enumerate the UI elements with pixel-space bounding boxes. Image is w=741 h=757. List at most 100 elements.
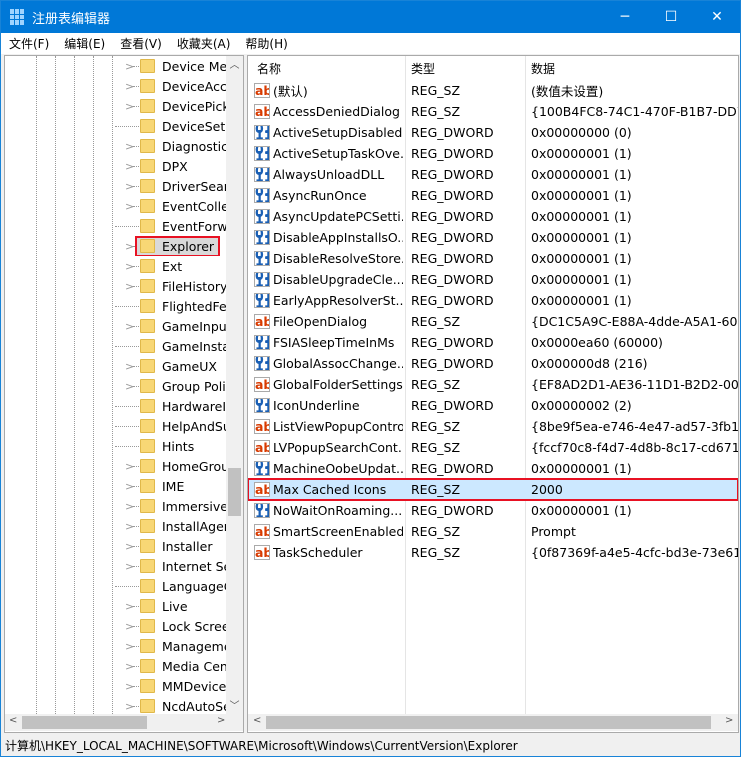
tree-item[interactable]: >ImmersiveS — [5, 496, 227, 516]
value-row[interactable]: ab (默认) REG_SZ (数值未设置) — [248, 80, 738, 101]
value-row[interactable]: ab Max Cached Icons REG_SZ 2000 — [248, 478, 738, 501]
column-header-data[interactable]: 数据 — [531, 60, 555, 77]
value-name: ActiveSetupDisabled — [273, 125, 403, 140]
tree-item[interactable]: Hints — [5, 436, 227, 456]
folder-icon — [140, 259, 155, 273]
menu-favorites[interactable]: 收藏夹(A) — [169, 35, 238, 52]
value-row[interactable]: 011110 DisableAppInstallsO... REG_DWORD … — [248, 227, 738, 248]
scroll-left-icon[interactable]: < — [253, 715, 261, 726]
value-row[interactable]: 011110 GlobalAssocChange... REG_DWORD 0x… — [248, 353, 738, 374]
value-row[interactable]: 011110 AsyncUpdatePCSetti... REG_DWORD 0… — [248, 206, 738, 227]
tree-item[interactable]: > GameInput — [5, 316, 227, 336]
close-button[interactable]: ✕ — [694, 1, 740, 33]
tree-item-label: GameInstal — [162, 338, 227, 354]
tree-item[interactable]: > Internet Se — [5, 556, 227, 576]
tree-item[interactable]: > Ext — [5, 256, 227, 276]
value-row[interactable]: ab FileOpenDialog REG_SZ {DC1C5A9C-E88A-… — [248, 311, 738, 332]
tree-item-label: MMDevices — [162, 678, 227, 694]
menu-file[interactable]: 文件(F) — [1, 35, 56, 52]
tree-item[interactable]: EventForwa — [5, 216, 227, 236]
value-row[interactable]: ab ListViewPopupControl REG_SZ {8be9f5ea… — [248, 416, 738, 437]
scroll-down-icon[interactable]: ﹀ — [226, 697, 243, 712]
value-row[interactable]: ab LVPopupSearchCont... REG_SZ {fccf70c8… — [248, 437, 738, 458]
tree-item[interactable]: > Media Cen — [5, 656, 227, 676]
tree-vertical-scrollbar[interactable]: ︿ ﹀ — [226, 56, 243, 714]
menu-help[interactable]: 帮助(H) — [237, 35, 294, 52]
folder-icon — [140, 519, 155, 533]
menu-view[interactable]: 查看(V) — [112, 35, 169, 52]
tree-item-label: HardwareId — [162, 398, 227, 414]
tree-connector — [133, 166, 139, 167]
tree-item[interactable]: > Installer — [5, 536, 227, 556]
tree-item-label: InstallAgen — [162, 518, 227, 534]
value-row[interactable]: 011110 ActiveSetupDisabled REG_DWORD 0x0… — [248, 122, 738, 143]
menu-edit[interactable]: 编辑(E) — [56, 35, 112, 52]
tree-item[interactable]: > Manageme — [5, 636, 227, 656]
maximize-button[interactable]: ☐ — [648, 1, 694, 33]
value-row[interactable]: 011110 DisableUpgradeCle... REG_DWORD 0x… — [248, 269, 738, 290]
folder-icon — [140, 599, 155, 613]
tree-item[interactable]: > HomeGrou — [5, 456, 227, 476]
tree-connector — [133, 186, 139, 187]
tree-item[interactable]: > IME — [5, 476, 227, 496]
column-header-name[interactable]: 名称 — [257, 60, 281, 77]
value-type: REG_DWORD — [411, 356, 494, 371]
tree-item[interactable]: > Explorer — [5, 236, 227, 256]
tree-scroll-thumb[interactable] — [228, 468, 241, 516]
value-row[interactable]: 011110 AlwaysUnloadDLL REG_DWORD 0x00000… — [248, 164, 738, 185]
tree-horizontal-scrollbar[interactable]: < > — [5, 714, 243, 731]
tree-item[interactable]: > GameUX — [5, 356, 227, 376]
list-hscroll-thumb[interactable] — [266, 716, 711, 729]
tree-item[interactable]: > Lock Scree — [5, 616, 227, 636]
minimize-button[interactable]: ─ — [602, 1, 648, 33]
tree-item[interactable]: >DevicePicke — [5, 96, 227, 116]
value-row[interactable]: ab AccessDeniedDialog REG_SZ {100B4FC8-7… — [248, 101, 738, 122]
value-row[interactable]: ab SmartScreenEnabled REG_SZ Prompt — [248, 521, 738, 542]
value-name: DisableResolveStore... — [273, 251, 403, 266]
value-row[interactable]: ab TaskScheduler REG_SZ {0f87369f-a4e5-4… — [248, 542, 738, 563]
tree-item[interactable]: > DPX — [5, 156, 227, 176]
column-header-type[interactable]: 类型 — [411, 60, 435, 77]
value-row[interactable]: ab GlobalFolderSettings REG_SZ {EF8AD2D1… — [248, 374, 738, 395]
tree-item[interactable]: HelpAndSu — [5, 416, 227, 436]
tree-item-label: DevicePicke — [162, 98, 227, 114]
tree-item-label: ImmersiveS — [162, 498, 227, 514]
tree-item[interactable]: >EventCollec — [5, 196, 227, 216]
tree-item[interactable]: DeviceSetu — [5, 116, 227, 136]
scroll-right-icon[interactable]: > — [217, 715, 225, 726]
scroll-up-icon[interactable]: ︿ — [226, 56, 243, 71]
tree-item[interactable]: FlightedFea — [5, 296, 227, 316]
tree-item-label: EventForwa — [162, 218, 227, 234]
value-row[interactable]: 011110 EarlyAppResolverSt... REG_DWORD 0… — [248, 290, 738, 311]
value-row[interactable]: 011110 FSIASleepTimeInMs REG_DWORD 0x000… — [248, 332, 738, 353]
tree-item[interactable]: HardwareId — [5, 396, 227, 416]
value-row[interactable]: 011110 AsyncRunOnce REG_DWORD 0x00000001… — [248, 185, 738, 206]
values-list: 名称 类型 数据 < > ab (默认) REG_SZ (数值未设置)ab Ac… — [247, 55, 739, 733]
tree-item[interactable]: > Group Polic — [5, 376, 227, 396]
tree-hscroll-thumb[interactable] — [22, 716, 147, 729]
list-horizontal-scrollbar[interactable]: < > — [248, 714, 738, 731]
binary-value-icon: 011110 — [254, 251, 270, 266]
scroll-left-icon[interactable]: < — [9, 715, 17, 726]
tree-item[interactable]: >DeviceAcce — [5, 76, 227, 96]
value-row[interactable]: 011110 NoWaitOnRoaming... REG_DWORD 0x00… — [248, 500, 738, 521]
tree-item-label: DeviceSetu — [162, 118, 227, 134]
value-row[interactable]: 011110 MachineOobeUpdat... REG_DWORD 0x0… — [248, 458, 738, 479]
scroll-right-icon[interactable]: > — [725, 715, 733, 726]
value-row[interactable]: 011110 IconUnderline REG_DWORD 0x0000000… — [248, 395, 738, 416]
tree-item-label: Lock Scree — [162, 618, 227, 634]
value-row[interactable]: 011110 ActiveSetupTaskOve... REG_DWORD 0… — [248, 143, 738, 164]
tree-item-label: EventCollec — [162, 198, 227, 214]
tree-item[interactable]: > MMDevices — [5, 676, 227, 696]
tree-item[interactable]: > FileHistory — [5, 276, 227, 296]
tree-item[interactable]: LanguageC — [5, 576, 227, 596]
tree-item[interactable]: >Diagnostics — [5, 136, 227, 156]
tree-item[interactable]: > Device Met — [5, 56, 227, 76]
value-row[interactable]: 011110 DisableResolveStore... REG_DWORD … — [248, 248, 738, 269]
tree-item[interactable]: > Live — [5, 596, 227, 616]
tree-item[interactable]: GameInstal — [5, 336, 227, 356]
tree-item[interactable]: >DriverSearc — [5, 176, 227, 196]
tree-item[interactable]: > NcdAutoSe — [5, 696, 227, 716]
tree-item[interactable]: > InstallAgen — [5, 516, 227, 536]
binary-value-icon: 011110 — [254, 503, 270, 518]
